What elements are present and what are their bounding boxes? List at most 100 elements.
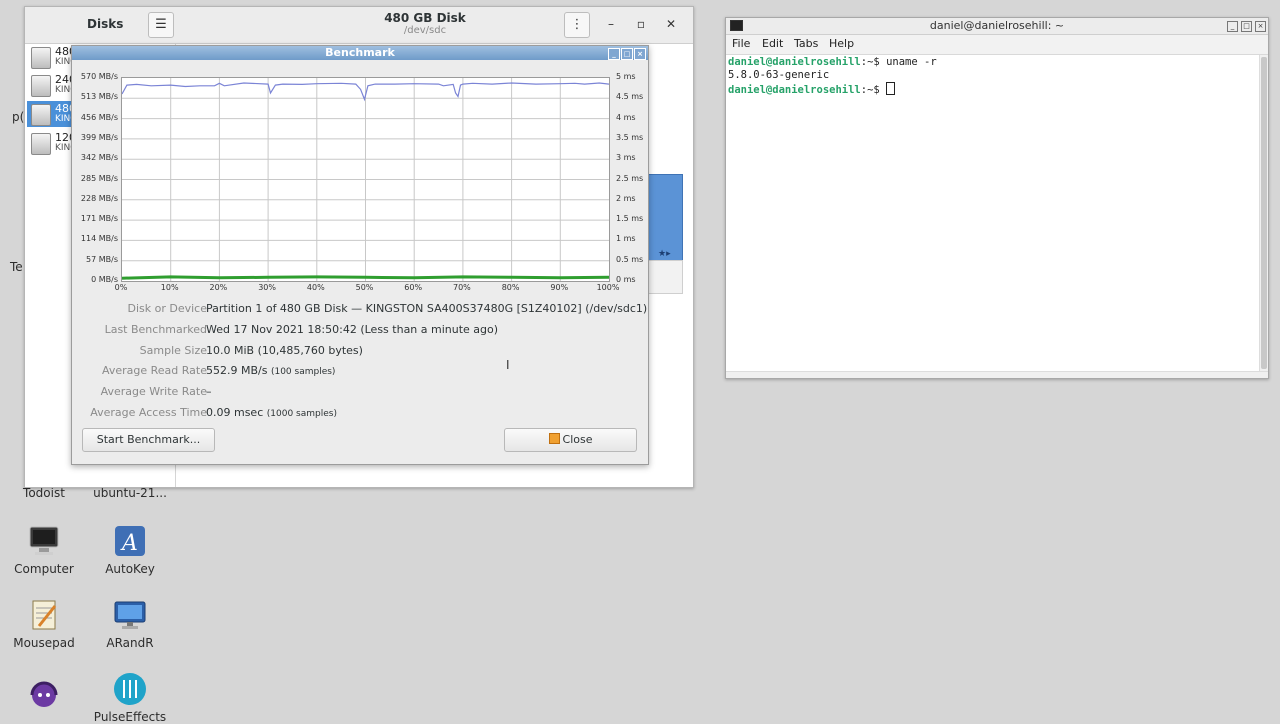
y-right-tick-label: 3.5 ms — [616, 132, 644, 142]
desktop-icon-computer[interactable]: Computer — [4, 524, 84, 576]
drive-options-button[interactable]: ⋮ — [564, 12, 590, 38]
command-text: uname -r — [886, 56, 937, 68]
info-value-note: (1000 samples) — [266, 409, 337, 419]
maximize-icon: ▫ — [636, 17, 646, 31]
info-value: Wed 17 Nov 2021 18:50:42 (Less than a mi… — [206, 323, 498, 336]
desktop-icon-mousepad[interactable]: Mousepad — [4, 598, 84, 650]
desktop-icon-label: AutoKey — [105, 562, 155, 576]
desktop-icon-autokey[interactable]: A AutoKey — [90, 524, 170, 576]
x-tick-label: 90% — [550, 283, 569, 292]
terminal-line[interactable]: daniel@danielrosehill:~$ — [728, 82, 896, 96]
disk-subtitle: /dev/sdc — [403, 25, 447, 36]
close-button[interactable]: × — [1255, 21, 1266, 32]
terminal-icon — [730, 20, 743, 31]
app-title: Disks — [87, 17, 124, 31]
terminal-window: daniel@danielrosehill: ~ _ □ × File Edit… — [725, 17, 1269, 379]
maximize-button[interactable]: ▫ — [634, 17, 648, 31]
prompt-suffix: :~$ — [860, 84, 887, 96]
dialog-minimize-button[interactable]: _ — [608, 48, 620, 60]
x-tick-label: 20% — [209, 283, 228, 292]
minimize-button[interactable]: _ — [1227, 21, 1238, 32]
info-value-text: Partition 1 of 480 GB Disk — KINGSTON SA… — [206, 302, 648, 315]
info-key: Last Benchmarked — [104, 322, 207, 336]
maximize-button[interactable]: □ — [1241, 21, 1252, 32]
y-right-tick-label: 1.5 ms — [616, 214, 644, 224]
info-key: Disk or Device — [127, 302, 208, 315]
info-value: 0.09 msec (1000 samples) — [206, 406, 337, 419]
menu-tabs[interactable]: Tabs — [794, 37, 818, 50]
y-left-tick-label: 228 MB/s — [80, 193, 118, 203]
y-left-tick-label: 513 MB/s — [80, 92, 118, 102]
info-value: 552.9 MB/s (100 samples) — [206, 364, 335, 377]
x-tick-label: 70% — [453, 283, 471, 292]
desktop-icon-label: Todoist — [23, 486, 65, 500]
desktop-partial-label: Te — [10, 260, 23, 274]
info-value-note: (100 samples) — [270, 367, 336, 378]
y-left-tick-label: 456 MB/s — [80, 112, 118, 122]
desktop-icon-label: ubuntu-21... — [93, 486, 167, 500]
y-left-tick-label: 57 MB/s — [86, 254, 118, 264]
disk-drive-icon — [31, 47, 51, 69]
x-tick-label: 60% — [404, 283, 423, 292]
close-button[interactable]: ✕ — [664, 17, 678, 31]
menu-help[interactable]: Help — [829, 37, 854, 50]
info-value-text: 552.9 MB/s — [206, 364, 268, 378]
hamburger-menu-button[interactable]: ☰ — [148, 12, 174, 38]
desktop-icon-pulseeffects[interactable]: PulseEffects — [90, 672, 170, 724]
close-icon: ✕ — [665, 17, 677, 31]
x-tick-label: 80% — [501, 283, 520, 292]
close-dialog-button[interactable]: Close — [504, 428, 637, 452]
close-button-label: Close — [562, 433, 593, 446]
y-right-tick-label: 1 ms — [616, 234, 636, 244]
benchmark-chart — [121, 78, 610, 281]
menu-icon: ☰ — [155, 17, 167, 32]
close-icon — [548, 433, 560, 444]
maximize-icon: □ — [623, 50, 631, 58]
disk-drive-icon — [31, 133, 51, 155]
scrollbar-thumb[interactable] — [1261, 57, 1267, 369]
y-right-tick-label: 4 ms — [616, 112, 636, 122]
y-left-tick-label: 399 MB/s — [80, 132, 118, 142]
start-benchmark-label: Start Benchmark... — [96, 433, 201, 446]
menu-edit[interactable]: Edit — [762, 37, 783, 50]
minimize-icon: – — [608, 17, 614, 31]
x-tick-label: 50% — [355, 283, 374, 292]
x-tick-label: 100% — [596, 283, 620, 292]
x-tick-label: 10% — [160, 283, 179, 292]
desktop-icon-todoist[interactable]: Todoist — [4, 486, 84, 500]
info-key: Average Read Rate — [101, 364, 207, 378]
start-benchmark-button[interactable]: Start Benchmark... — [82, 428, 215, 452]
minimize-icon: _ — [612, 50, 616, 58]
dialog-close-button[interactable]: × — [634, 48, 646, 60]
autokey-icon: A — [113, 524, 147, 558]
desktop-icon-headset[interactable] — [4, 676, 84, 714]
headset-icon — [27, 676, 61, 710]
y-left-tick-label: 114 MB/s — [80, 234, 118, 244]
terminal-scrollbar[interactable] — [1259, 55, 1268, 371]
info-key: Average Access Time — [90, 406, 207, 419]
equalizer-icon — [113, 672, 147, 706]
terminal-hscrollbar[interactable] — [726, 371, 1268, 378]
benchmark-dialog: Benchmark _ □ × 570 MB/s 513 MB/s 456 MB/s… — [71, 45, 649, 465]
minimize-button[interactable]: – — [604, 17, 618, 31]
info-value: – — [206, 385, 212, 398]
y-right-tick-label: 5 ms — [616, 72, 636, 81]
disk-title: 480 GB Disk — [384, 11, 466, 25]
disks-headerbar: Disks ☰ 480 GB Disk /dev/sdc ⋮ – ▫ ✕ — [25, 7, 693, 44]
kebab-icon: ⋮ — [570, 17, 584, 32]
info-value-text: 0.09 msec — [206, 406, 264, 419]
x-tick-label: 40% — [306, 283, 325, 292]
dialog-maximize-button[interactable]: □ — [621, 48, 633, 60]
close-icon: × — [637, 50, 643, 58]
benchmark-titlebar: Benchmark _ □ × — [72, 46, 648, 60]
terminal-line: daniel@danielrosehill:~$ uname -r — [728, 56, 937, 68]
y-right-tick-label: 0.5 ms — [616, 254, 644, 264]
desktop-icon-label: ARandR — [106, 636, 154, 650]
desktop-icon-arandr[interactable]: ARandR — [90, 598, 170, 650]
prompt-suffix: :~$ — [860, 56, 887, 68]
svg-text:A: A — [120, 531, 138, 556]
y-right-tick-label: 2 ms — [616, 193, 636, 203]
menu-file[interactable]: File — [732, 37, 750, 50]
info-key: Sample Size — [139, 343, 207, 357]
desktop-icon-ubuntu[interactable]: ubuntu-21... — [90, 486, 170, 500]
